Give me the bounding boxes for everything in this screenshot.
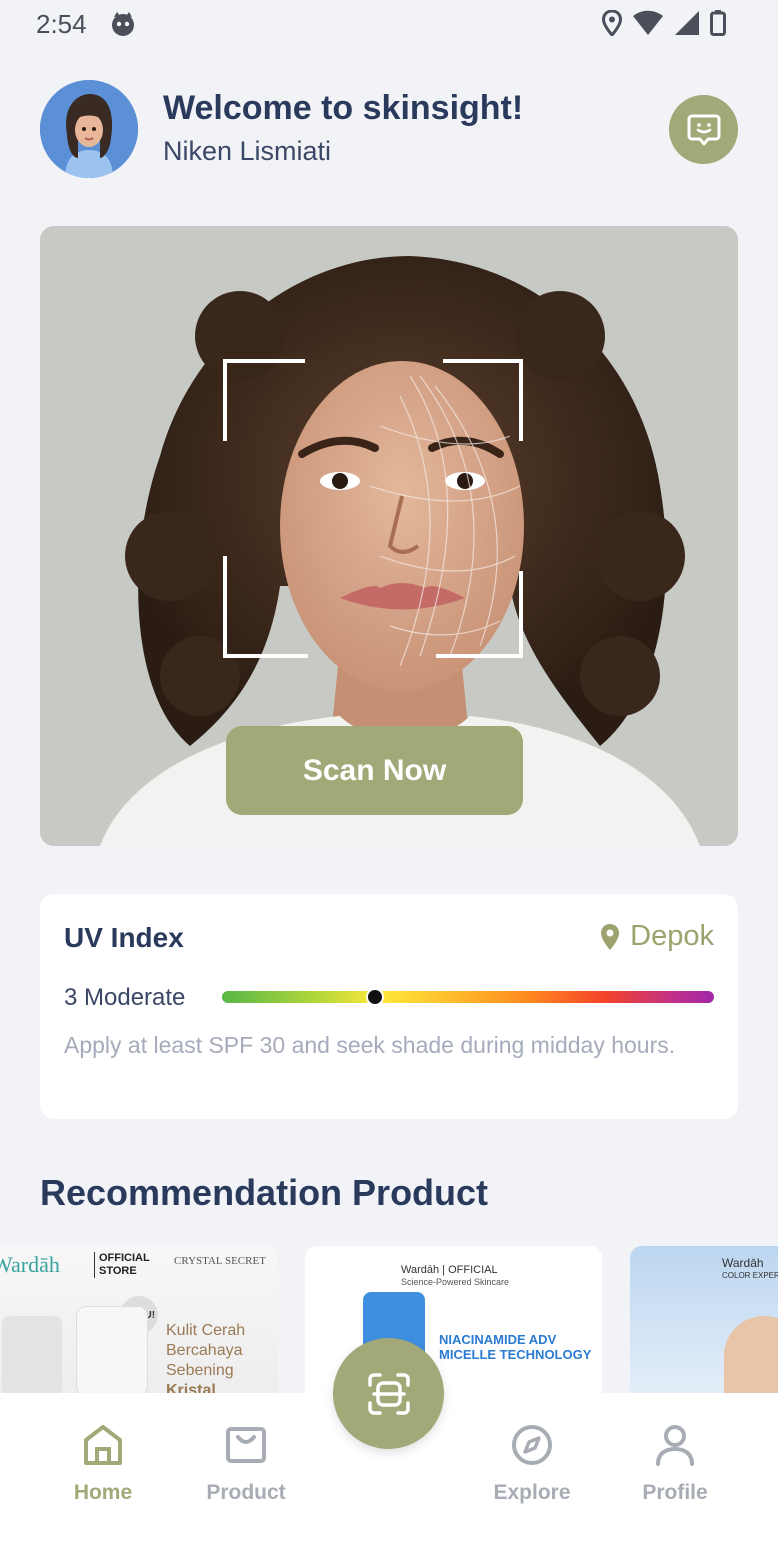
uv-indicator-dot [365, 988, 384, 1006]
scan-now-button[interactable]: Scan Now [226, 726, 523, 815]
product-copy: Kulit Cerah [166, 1322, 246, 1339]
user-name: Niken Lismiati [163, 136, 332, 166]
uv-scale-bar [222, 988, 714, 1006]
product-brand: Wardāh [722, 1256, 764, 1270]
uv-title: UV Index [64, 922, 184, 953]
nav-profile-label: Profile [642, 1481, 708, 1504]
home-icon [84, 1425, 122, 1465]
product-sub: COLOR EXPERT [722, 1271, 778, 1280]
product-headline: MICELLE TECHNOLOGY [439, 1347, 592, 1362]
uv-index-card: UV Index Depok 3 Moderate Apply at least… [40, 894, 738, 1119]
nav-explore-label: Explore [493, 1481, 571, 1504]
nav-home-label: Home [73, 1481, 133, 1504]
compass-icon [512, 1425, 552, 1465]
status-time: 2:54 [36, 9, 87, 39]
uv-level-text: 3 Moderate [64, 984, 186, 1011]
nav-profile[interactable]: Profile [615, 1423, 735, 1505]
welcome-title: Welcome to skinsight! [163, 89, 524, 127]
scan-fab-button[interactable] [333, 1338, 444, 1449]
person-icon [656, 1425, 694, 1466]
avatar[interactable] [40, 80, 138, 178]
uv-location-label: Depok [630, 920, 714, 952]
product-image [2, 1316, 62, 1396]
chat-button[interactable] [669, 95, 738, 164]
status-bar: 2:54 [0, 0, 778, 50]
nav-product[interactable]: Product [186, 1423, 306, 1505]
product-card[interactable]: Wardāh OFFICIAL STORE CRYSTAL SECRET BAR… [0, 1246, 278, 1396]
product-copy: Sebening [166, 1362, 234, 1379]
scan-hero-card: Scan Now [40, 226, 738, 846]
product-headline: NIACINAMIDE ADV [439, 1332, 557, 1347]
face-cat-icon [112, 12, 134, 36]
product-brand: Wardāh | OFFICIAL [401, 1264, 498, 1276]
model-photo [724, 1316, 778, 1396]
battery-icon [710, 10, 726, 36]
product-copy: Bercahaya [166, 1342, 243, 1359]
bag-icon [226, 1427, 266, 1463]
uv-location[interactable]: Depok [600, 920, 714, 953]
product-badge: OFFICIAL STORE [94, 1252, 158, 1278]
product-image [76, 1306, 148, 1396]
signal-icon [675, 11, 699, 35]
wifi-icon [633, 10, 663, 35]
product-sub: Science-Powered Skincare [401, 1277, 510, 1287]
product-card[interactable]: Wardāh COLOR EXPERT [630, 1246, 778, 1396]
nav-explore[interactable]: Explore [472, 1423, 592, 1505]
recommendation-title: Recommendation Product [40, 1172, 489, 1213]
uv-advice: Apply at least SPF 30 and seek shade dur… [64, 1032, 676, 1058]
pin-icon [601, 923, 620, 950]
status-icons [602, 10, 726, 36]
location-icon [602, 10, 622, 36]
product-brand: Wardāh [0, 1252, 60, 1277]
chat-icon [687, 114, 720, 145]
avatar-illustration [40, 80, 138, 178]
scan-icon [367, 1372, 410, 1415]
nav-product-label: Product [206, 1481, 286, 1504]
nav-home[interactable]: Home [43, 1423, 163, 1505]
product-line: CRYSTAL SECRET [174, 1255, 266, 1267]
